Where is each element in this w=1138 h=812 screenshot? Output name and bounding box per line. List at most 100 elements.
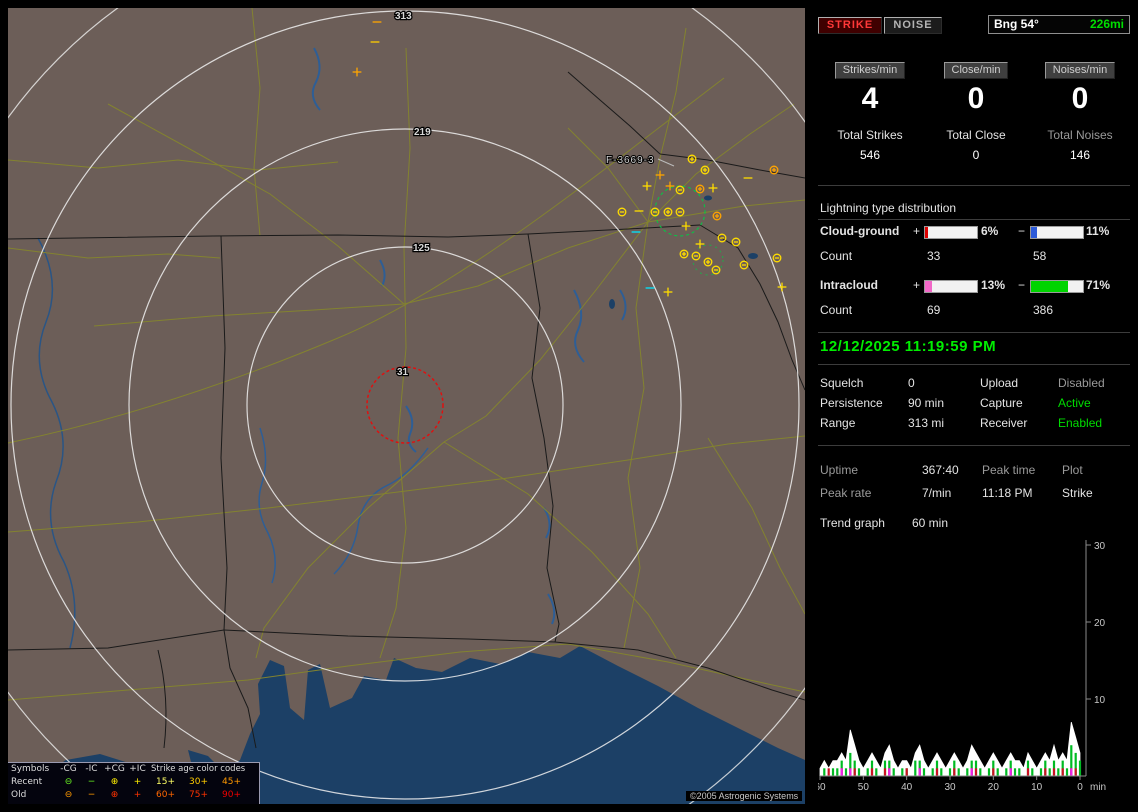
rate-bar <box>888 768 891 776</box>
legend-type-header: +IC <box>129 764 146 774</box>
storm-cell-label: F-3669-3 <box>606 155 655 166</box>
axis-label: 10 <box>1094 695 1106 706</box>
range-ring-label: 219 <box>414 127 431 138</box>
cg-positive-count: 33 <box>927 249 941 263</box>
legend-header-row: Symbols -CG -IC +CG +IC Strike age color code… <box>8 763 259 776</box>
map-legend: Symbols -CG -IC +CG +IC Strike age color code… <box>8 762 260 804</box>
rate-bar <box>853 768 856 776</box>
noises-per-min-value: 0 <box>1071 82 1089 115</box>
rate-bar <box>922 768 926 776</box>
legend-strike-symbol: − <box>87 777 96 787</box>
rate-bar <box>996 768 999 776</box>
rate-bar <box>866 768 869 776</box>
range-value: 313 mi <box>908 416 945 430</box>
divider <box>818 445 1130 446</box>
divider <box>818 364 1130 365</box>
strikes-column: Strikes/min 4 Total Strikes 546 <box>818 62 922 162</box>
uptime-value: 367:40 <box>922 463 959 477</box>
trend-window-value: 60 min <box>912 516 949 530</box>
rate-bar <box>870 768 874 776</box>
noises-per-min-button[interactable]: Noises/min <box>1044 62 1116 79</box>
ic-positive-bar <box>924 280 978 293</box>
rate-bar <box>974 768 978 776</box>
squelch-label: Squelch <box>820 376 864 390</box>
bearing-label: Bng 54° <box>994 17 1039 31</box>
rate-bar <box>940 768 943 776</box>
rate-bar <box>823 768 826 776</box>
legend-row-label: Recent <box>11 777 43 787</box>
ic-negative-pct: 71% <box>1086 278 1111 292</box>
cg-negative-bar <box>1030 226 1084 239</box>
axis-label: min <box>1090 782 1106 793</box>
rate-bar <box>905 768 908 776</box>
peak-rate-value: 7/min <box>922 486 952 500</box>
close-per-min-value: 0 <box>967 82 985 115</box>
rate-bar <box>901 768 904 776</box>
axis-label: 0 <box>1077 782 1083 793</box>
lightning-map[interactable]: 313 219 125 31 F-3669-3 Symbols -CG -IC +CG +IC S… <box>8 8 805 804</box>
axis-label: 40 <box>901 782 913 793</box>
rate-bar <box>966 768 969 776</box>
total-close-value: 0 <box>972 148 980 162</box>
rate-bar <box>857 768 861 776</box>
cg-count-label: Count <box>820 249 853 263</box>
trend-graph: 10 20 30 60 50 40 30 20 10 0 min <box>818 540 1106 793</box>
noise-indicator[interactable]: NOISE <box>884 17 942 34</box>
distribution-title: Lightning type distribution <box>820 201 957 215</box>
strikes-per-min-button[interactable]: Strikes/min <box>834 62 906 79</box>
rate-bar <box>1065 768 1069 776</box>
rate-bar <box>1018 768 1021 776</box>
rate-bar <box>957 768 960 776</box>
persistence-label: Persistence <box>820 396 883 410</box>
axis-label: 20 <box>1094 618 1106 629</box>
intracloud-label: Intracloud <box>820 278 879 292</box>
bearing-readout: Bng 54° 226mi <box>988 15 1130 34</box>
legend-type-header: -IC <box>85 764 98 774</box>
rate-bar <box>883 768 887 776</box>
legend-age-code: 15+ <box>156 777 175 787</box>
axis-label: 10 <box>1031 782 1043 793</box>
ic-positive-count: 69 <box>927 303 941 317</box>
ic-negative-bar <box>1030 280 1084 293</box>
rate-bar <box>1005 768 1008 776</box>
stormvue-app: 313 219 125 31 F-3669-3 Symbols -CG -IC +CG +IC S… <box>0 0 1138 812</box>
rate-bar <box>1013 768 1017 776</box>
map-canvas[interactable]: 313 219 125 31 F-3669-3 <box>8 8 805 804</box>
rate-bar <box>1031 768 1034 776</box>
uptime-label: Uptime <box>820 463 859 477</box>
ic-positive-pct: 13% <box>981 278 1006 292</box>
range-ring-label: 31 <box>397 367 409 378</box>
legend-symbols-header: Symbols <box>11 764 50 774</box>
legend-strike-symbol: ⊕ <box>110 777 119 787</box>
receiver-status: Enabled <box>1058 416 1103 430</box>
axis-label: 20 <box>988 782 1000 793</box>
persistence-value: 90 min <box>908 396 945 410</box>
strike-indicator[interactable]: STRIKE <box>818 17 882 34</box>
squelch-value: 0 <box>908 376 915 390</box>
strike-rate-area <box>819 721 1081 777</box>
ic-negative-count: 386 <box>1033 303 1054 317</box>
legend-strike-symbol: ⊖ <box>64 777 73 787</box>
cg-negative-count: 58 <box>1033 249 1047 263</box>
rate-bar <box>1070 768 1073 776</box>
legend-age-header: Strike age color codes <box>151 764 246 774</box>
total-strikes-label: Total Strikes <box>837 128 903 142</box>
legend-age-code: 60+ <box>156 790 175 800</box>
rate-bar <box>1044 768 1047 776</box>
legend-age-code: 30+ <box>189 777 208 787</box>
axis-label: 30 <box>1094 541 1106 552</box>
capture-status: Active <box>1058 396 1091 410</box>
peak-rate-label: Peak rate <box>820 486 872 500</box>
close-per-min-button[interactable]: Close/min <box>943 62 1009 79</box>
capture-label: Capture <box>980 396 1023 410</box>
bearing-range-value: 226mi <box>1089 17 1124 31</box>
rate-bar <box>953 768 956 776</box>
rate-bar <box>831 768 835 776</box>
rate-bar <box>892 768 895 776</box>
range-ring-label: 125 <box>413 243 430 254</box>
cg-negative-pct: 11% <box>1086 224 1110 238</box>
legend-strike-symbol: ⊕ <box>110 790 119 800</box>
legend-type-header: +CG <box>104 764 125 774</box>
legend-strike-symbol: + <box>133 790 142 800</box>
range-label: Range <box>820 416 856 430</box>
